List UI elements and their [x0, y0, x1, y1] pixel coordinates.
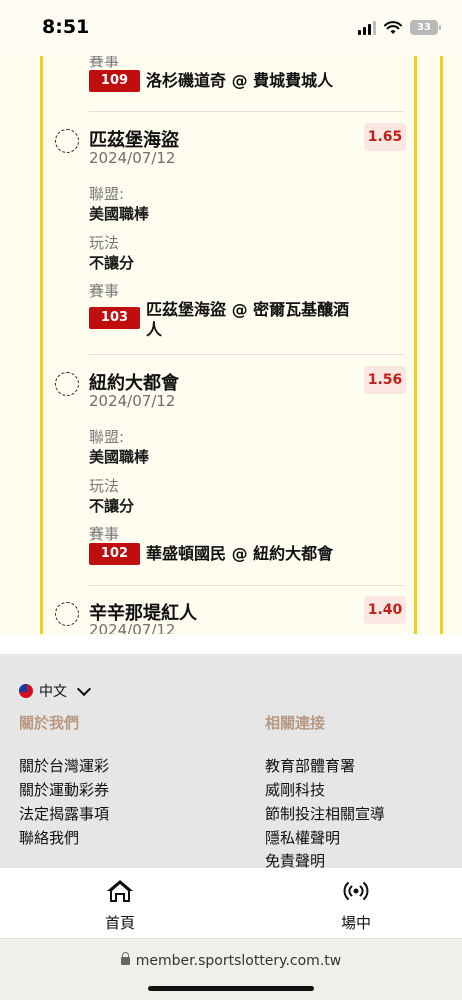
tab-live-label: 場中: [340, 914, 371, 932]
event-label: 賽事: [89, 525, 120, 543]
footer-link-adata[interactable]: 威剛科技: [265, 779, 325, 800]
cellular-signal-icon: [358, 20, 376, 35]
league-label: 聯盟:: [89, 428, 125, 446]
taiwan-flag-icon: [19, 684, 33, 698]
event-name: 華盛頓國民 @ 紐約大都會: [146, 544, 334, 563]
event-number-badge: 102: [89, 543, 140, 565]
url-field[interactable]: member.sportslottery.com.tw: [0, 952, 462, 969]
tab-home[interactable]: 首頁: [75, 878, 165, 933]
select-radio[interactable]: [55, 129, 79, 153]
select-radio[interactable]: [55, 372, 79, 396]
footer-link-about-tsl[interactable]: 關於台灣運彩: [19, 755, 109, 776]
footer-link-about-lottery[interactable]: 關於運動彩券: [19, 779, 109, 800]
wifi-icon: [384, 20, 402, 34]
select-radio[interactable]: [55, 602, 79, 626]
event-label: 賽事: [89, 282, 120, 300]
broadcast-icon: [343, 882, 369, 900]
bottom-tab-bar: 首頁 場中: [0, 868, 462, 938]
league-label: 聯盟:: [89, 185, 125, 203]
event-number-badge: 109: [89, 70, 140, 92]
rail-right-outer: [440, 56, 443, 634]
event-name: 匹茲堡海盜 @ 密爾瓦基釀酒人: [146, 300, 350, 339]
url-text: member.sportslottery.com.tw: [135, 953, 342, 969]
event-number-badge: 103: [89, 307, 140, 329]
footer-link-privacy[interactable]: 隱私權聲明: [265, 827, 340, 848]
item-divider: [89, 354, 404, 355]
odds-badge: 1.40: [364, 596, 406, 624]
rail-right-inner: [414, 56, 417, 634]
odds-badge: 1.56: [364, 366, 406, 394]
status-icons: 33: [358, 20, 441, 35]
battery-icon: 33: [410, 20, 441, 35]
browser-url-bar: member.sportslottery.com.tw: [0, 938, 462, 1000]
status-bar: 8:51 33: [0, 0, 462, 56]
item-divider: [89, 111, 404, 112]
odds-badge: 1.65: [364, 123, 406, 151]
league-value: 美國職棒: [89, 448, 150, 466]
event-label: 賽事: [89, 56, 120, 70]
status-time: 8:51: [42, 16, 90, 38]
language-label: 中文: [39, 684, 67, 700]
event-name: 洛杉磯道奇 @ 費城費城人: [146, 71, 334, 90]
home-indicator[interactable]: [148, 986, 314, 991]
bet-date: 2024/07/12: [89, 392, 176, 410]
play-value: 不讓分: [89, 254, 135, 272]
tab-home-label: 首頁: [104, 914, 135, 932]
play-label: 玩法: [89, 477, 120, 495]
about-heading: 關於我們: [19, 714, 80, 732]
related-heading: 相關連接: [265, 714, 326, 732]
lock-icon: [120, 952, 130, 965]
bet-date: 2024/07/12: [89, 149, 176, 167]
home-icon: [107, 880, 133, 902]
chevron-down-icon: [76, 681, 92, 696]
tab-live[interactable]: 場中: [311, 878, 401, 933]
bet-list: 賽事 109 洛杉磯道奇 @ 費城費城人 匹茲堡海盜 1.65 2024/07/…: [0, 56, 462, 634]
play-value: 不讓分: [89, 497, 135, 515]
footer-link-responsible-betting[interactable]: 節制投注相關宣導: [265, 803, 385, 824]
footer-link-sports-admin[interactable]: 教育部體育署: [265, 755, 355, 776]
rail-left: [40, 56, 43, 634]
league-value: 美國職棒: [89, 205, 150, 223]
item-divider: [89, 585, 404, 586]
bet-date: 2024/07/12: [89, 621, 176, 634]
site-footer: 中文 關於我們 關於台灣運彩 關於運動彩券 法定揭露事項 聯絡我們 相關連接 教…: [0, 654, 462, 870]
footer-link-disclosure[interactable]: 法定揭露事項: [19, 803, 109, 824]
footer-link-contact[interactable]: 聯絡我們: [19, 827, 79, 848]
play-label: 玩法: [89, 234, 120, 252]
language-selector[interactable]: 中文: [19, 681, 92, 701]
